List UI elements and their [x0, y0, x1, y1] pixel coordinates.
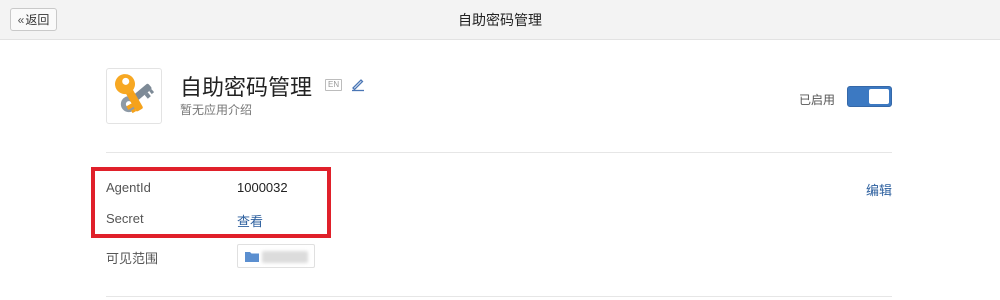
toggle-knob [869, 89, 889, 104]
redacted-scope-name [262, 251, 308, 263]
visibility-scope-label: 可见范围 [106, 251, 159, 266]
divider-top [106, 152, 892, 153]
edit-link[interactable]: 编辑 [866, 180, 892, 199]
pencil-icon[interactable] [350, 76, 366, 92]
key-icon [115, 74, 155, 114]
secret-label: Secret [106, 211, 144, 226]
agentid-label: AgentId [106, 180, 151, 195]
app-name: 自助密码管理 [180, 75, 313, 100]
agentid-value: 1000032 [237, 180, 288, 195]
app-description: 暂无应用介绍 [180, 103, 253, 117]
secret-view-link[interactable]: 查看 [237, 211, 263, 230]
top-bar: « 返回 自助密码管理 [0, 0, 1000, 40]
visibility-scope-selector[interactable] [237, 244, 315, 268]
en-badge[interactable]: EN [325, 79, 343, 91]
page-title: 自助密码管理 [458, 12, 542, 28]
app-icon [106, 68, 162, 124]
highlight-box [91, 167, 331, 238]
enable-toggle[interactable] [847, 86, 892, 107]
divider-bottom [106, 296, 892, 297]
status-label: 已启用 [799, 93, 836, 107]
folder-icon [245, 252, 259, 262]
